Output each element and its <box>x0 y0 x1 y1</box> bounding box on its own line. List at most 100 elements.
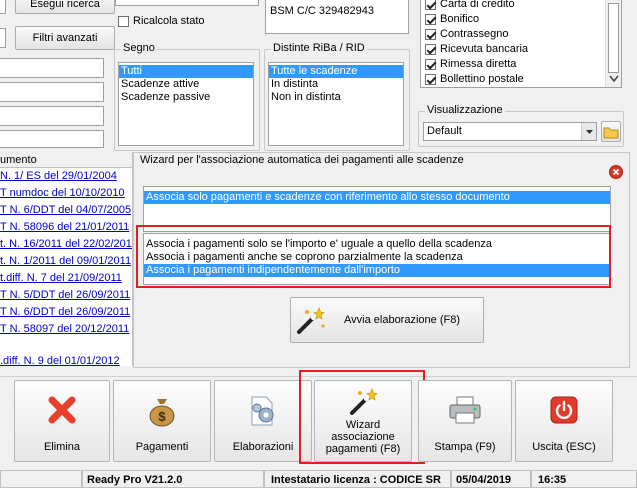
state-field[interactable] <box>115 0 259 6</box>
segno-item[interactable]: Scadenze passive <box>119 91 253 104</box>
document-row[interactable]: N. 1/ ES del 29/01/2004 <box>0 168 132 185</box>
advanced-filters-button[interactable]: Filtri avanzati <box>15 26 115 50</box>
gears-doc-icon <box>251 396 274 426</box>
payment-type-item[interactable]: Ricevuta bancaria <box>425 42 528 57</box>
bank-info-line: BSM C/C 329482943 <box>270 5 374 17</box>
status-time: 16:35 <box>531 470 637 488</box>
highlight-box <box>299 370 425 464</box>
svg-text:$: $ <box>158 409 166 424</box>
distinte-group: Distinte RiBa / RID Tutte le scadenze In… <box>264 42 410 151</box>
document-row[interactable]: T N. 58096 del 21/01/2011 <box>0 219 132 236</box>
search-button[interactable]: Esegui ricerca <box>15 0 115 14</box>
document-row[interactable]: T numdoc del 10/10/2010 <box>0 185 132 202</box>
payment-type-label: Contrassegno <box>440 28 509 40</box>
recalc-label: Ricalcola stato <box>133 15 205 27</box>
bank-info-box: BSM C/C 329482943 <box>265 0 409 34</box>
document-row[interactable]: T N. 5/DDT del 26/09/2011 <box>0 287 132 304</box>
status-cell-empty <box>0 470 82 488</box>
payment-type-label: Carta di credito <box>440 0 515 10</box>
search-button-label: Esegui ricerca <box>30 0 100 10</box>
recalc-check-icon <box>118 15 129 27</box>
highlight-box <box>136 225 611 288</box>
distinte-title: Distinte RiBa / RID <box>271 42 367 54</box>
filter-field-5[interactable] <box>0 106 104 126</box>
filter-field-2[interactable] <box>0 28 6 48</box>
payment-type-item[interactable]: Contrassegno <box>425 27 528 42</box>
checkbox-icon <box>425 13 436 25</box>
document-row[interactable]: t. N. 16/2011 del 22/02/2011 <box>0 236 132 253</box>
document-row[interactable]: T N. 6/DDT del 04/07/2005 <box>0 202 132 219</box>
checkbox-icon <box>425 28 436 40</box>
distinte-item[interactable]: Tutte le scadenze <box>269 65 403 78</box>
segno-group: Segno Tutti Scadenze attive Scadenze pas… <box>114 42 260 151</box>
segno-item[interactable]: Tutti <box>119 65 253 78</box>
filter-field-1[interactable] <box>0 0 6 14</box>
documents-header-label: umento <box>0 154 37 166</box>
exit-label: Uscita (ESC) <box>532 441 596 453</box>
payments-button[interactable]: $ Pagamenti <box>113 380 211 462</box>
filter-field-6[interactable] <box>0 130 104 148</box>
close-icon <box>612 168 620 176</box>
money-bag-icon: $ <box>149 399 175 427</box>
segno-title: Segno <box>121 42 157 54</box>
distinte-listbox[interactable]: Tutte le scadenze In distinta Non in dis… <box>268 62 404 146</box>
status-app-version: Ready Pro V21.2.0 <box>82 470 264 488</box>
payment-type-item[interactable]: Bonifico <box>425 12 528 27</box>
run-elaboration-button[interactable]: Avvia elaborazione (F8) <box>290 297 484 343</box>
wizard-reference-item[interactable]: Associa solo pagamenti e scadenze con ri… <box>144 191 610 204</box>
checkbox-icon <box>425 73 436 85</box>
delete-label: Elimina <box>43 441 81 453</box>
distinte-item[interactable]: In distinta <box>269 78 403 91</box>
delete-button[interactable]: Elimina <box>14 380 110 462</box>
document-row[interactable]: t. N. 1/2011 del 09/01/2011 <box>0 253 132 270</box>
documents-list-header: umento <box>0 152 132 168</box>
magic-wand-icon <box>297 307 325 334</box>
checkbox-icon <box>425 0 436 10</box>
payment-type-label: Ricevuta bancaria <box>440 43 529 55</box>
filter-field-3[interactable] <box>0 58 104 78</box>
printer-icon <box>449 396 481 424</box>
checkbox-icon <box>425 43 436 55</box>
visualizzazione-group: Visualizzazione Default <box>418 104 624 147</box>
exit-button[interactable]: Uscita (ESC) <box>515 380 613 462</box>
document-row[interactable]: .diff. N. 9 del 01/01/2012 <box>0 353 132 366</box>
document-row[interactable]: t.diff. N. 7 del 21/09/2011 <box>0 270 132 287</box>
print-button[interactable]: Stampa (F9) <box>418 380 512 462</box>
close-button[interactable] <box>609 165 623 179</box>
checkbox-icon <box>425 58 436 70</box>
run-elaboration-label: Avvia elaborazione (F8) <box>344 314 460 326</box>
segno-item[interactable]: Scadenze attive <box>119 78 253 91</box>
payment-type-label: Bollettino postale <box>440 73 524 85</box>
payments-label: Pagamenti <box>135 441 189 453</box>
document-row[interactable]: T N. 6/DDT del 26/09/2011 <box>0 304 132 321</box>
payment-types-list[interactable]: Carta di credito Bonifico Contrassegno R… <box>420 0 622 88</box>
payment-type-item[interactable]: Bollettino postale <box>425 72 528 87</box>
filter-field-4[interactable] <box>0 82 104 102</box>
open-folder-button[interactable] <box>601 121 621 142</box>
wizard-title: Wizard per l'associazione automatica dei… <box>140 154 464 166</box>
elaborations-button[interactable]: Elaborazioni <box>214 380 312 462</box>
recalc-checkbox[interactable]: Ricalcola stato <box>118 14 205 28</box>
delete-x-icon <box>48 396 76 424</box>
status-date: 05/04/2019 <box>451 470 531 488</box>
visualizzazione-title: Visualizzazione <box>425 104 505 116</box>
scroll-down-icon[interactable] <box>606 73 622 85</box>
payment-type-label: Rimessa diretta <box>440 58 517 70</box>
document-row[interactable]: T N. 58097 del 20/12/2011 <box>0 321 132 338</box>
status-license: Intestatario licenza : CODICE SR <box>264 470 451 488</box>
payment-type-label: Bonifico <box>440 13 480 25</box>
payment-type-item[interactable]: Carta di credito <box>425 0 528 12</box>
dropdown-arrow-icon[interactable] <box>581 123 596 140</box>
segno-listbox[interactable]: Tutti Scadenze attive Scadenze passive <box>118 62 254 146</box>
visualizzazione-value: Default <box>427 125 462 137</box>
advanced-filters-label: Filtri avanzati <box>32 32 98 44</box>
power-icon <box>550 396 578 424</box>
distinte-item[interactable]: Non in distinta <box>269 91 403 104</box>
payment-types-scrollbar[interactable] <box>605 0 621 87</box>
elaborations-label: Elaborazioni <box>232 441 294 453</box>
payment-type-item[interactable]: Rimessa diretta <box>425 57 528 72</box>
print-label: Stampa (F9) <box>434 441 496 453</box>
documents-list[interactable]: umento N. 1/ ES del 29/01/2004 T numdoc … <box>0 152 133 366</box>
folder-icon <box>603 127 619 138</box>
visualizzazione-select[interactable]: Default <box>423 122 597 141</box>
